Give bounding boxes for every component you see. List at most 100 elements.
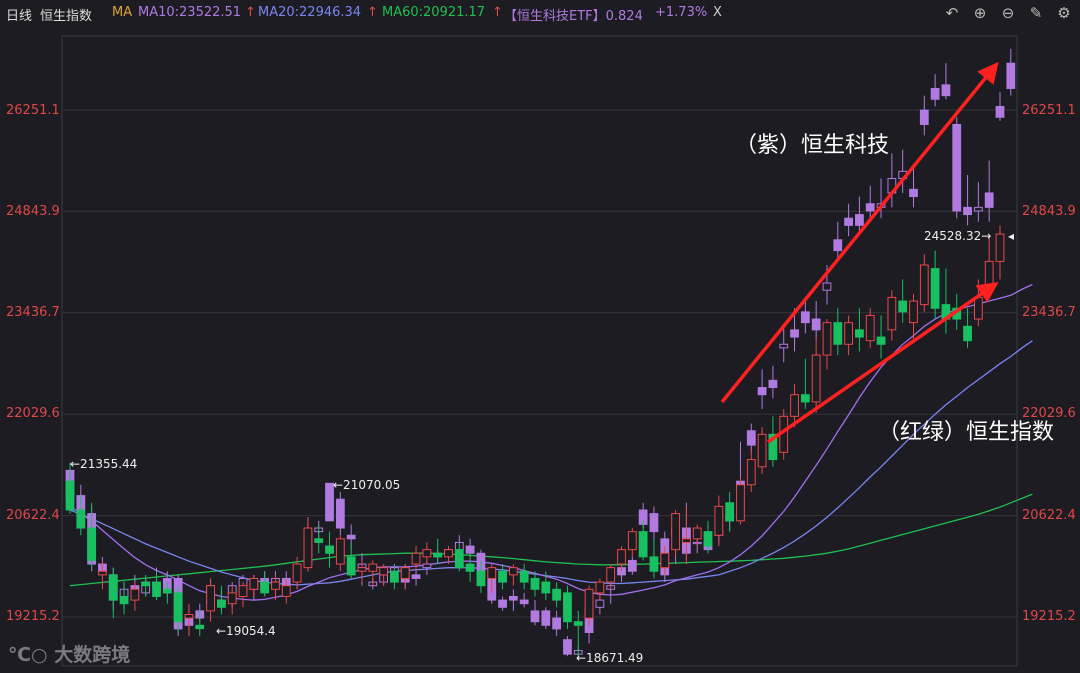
etf-candle-body	[919, 109, 929, 125]
kline-chart[interactable]	[0, 0, 1080, 673]
hsi-candle-body	[260, 581, 270, 594]
etf-candle-body	[984, 192, 994, 208]
ma20-value: MA20:22946.34	[258, 5, 362, 20]
hsi-candle-body	[87, 527, 97, 561]
hsi-candle-body	[65, 480, 75, 511]
hsi-candle-body	[487, 567, 497, 579]
ma60-value: MA60:20921.17	[382, 5, 486, 20]
hsi-candle-body	[703, 531, 713, 547]
hsi-candle-body	[476, 570, 486, 587]
period-label[interactable]: 日线	[6, 5, 32, 24]
etf-candle-body	[941, 84, 951, 97]
etf-candle-body	[909, 188, 918, 198]
etf-candle-body	[768, 379, 778, 389]
hsi-candle-body	[390, 570, 399, 583]
etf-candle-body	[833, 239, 843, 252]
etf-candle-body	[422, 563, 432, 569]
etf-candle-body	[746, 430, 756, 446]
etf-candle-body	[865, 203, 875, 212]
hsi-candle-body	[844, 322, 853, 345]
high-label-1: ←21355.44	[70, 457, 138, 471]
ma-label[interactable]: MA	[112, 5, 132, 20]
index-name: 恒生指数	[40, 9, 93, 24]
hsi-candle-body	[984, 260, 994, 288]
hsi-candle-body	[746, 459, 756, 486]
hsi-candle-body	[790, 394, 799, 417]
etf-candle-body	[627, 559, 637, 572]
last-price-marker-icon: ◂	[1008, 229, 1015, 243]
etf-candle-body	[530, 610, 540, 623]
hsi-candle-body	[98, 570, 107, 576]
hsi-candle-body	[368, 563, 378, 572]
hsi-candle-body	[357, 567, 367, 572]
zoom-in-icon[interactable]: ⊕	[970, 3, 990, 23]
hsi-candle-body	[346, 556, 356, 576]
hsi-candle-body	[811, 354, 821, 403]
etf-candle-body	[822, 282, 832, 291]
etf-candle-body	[552, 617, 562, 630]
etf-candle-body	[1006, 62, 1016, 89]
hsi-candle-body	[119, 595, 129, 605]
settings-icon[interactable]: ⚙	[1054, 3, 1074, 23]
etf-candle-body	[844, 217, 853, 226]
ma20-line	[69, 340, 1033, 586]
annotation-redgreen: （红绿）恒生指数	[878, 420, 1055, 445]
hsi-candle-body	[130, 588, 140, 601]
hsi-candle-body	[206, 585, 215, 612]
zoom-out-icon[interactable]: ⊖	[998, 3, 1018, 23]
hsi-candle-body	[736, 484, 745, 522]
hsi-candle-body	[930, 268, 940, 309]
etf-candle-body	[335, 498, 345, 529]
etf-candle-body	[595, 599, 605, 608]
hsi-candle-body	[649, 556, 659, 572]
hsi-candle-body	[108, 574, 118, 601]
watermark-text: 大数跨境	[54, 644, 131, 666]
etf-candle-body	[855, 214, 864, 226]
hsi-candle-body	[638, 531, 648, 558]
hsi-candle-body	[563, 592, 572, 623]
etf-candle-body	[963, 206, 972, 216]
etf-candle-body	[800, 311, 810, 324]
hsi-candle-body	[692, 527, 702, 540]
ma10-arrow-icon: ↑	[245, 5, 256, 20]
high-label-2: ←21070.05	[333, 478, 401, 492]
hsi-candle-body	[898, 300, 908, 313]
hsi-candle-body	[865, 314, 875, 342]
hsi-candle-body	[573, 621, 583, 626]
right-tick: 23436.7	[1022, 305, 1076, 320]
etf-candle-body	[508, 595, 518, 601]
left-tick: 23436.7	[6, 305, 60, 320]
etf-candle-body	[649, 513, 659, 533]
etf-candle-body	[346, 534, 356, 540]
etf-candle-body	[411, 574, 421, 579]
ma20-arrow-icon: ↑	[367, 5, 378, 20]
hsi-candle-body	[855, 329, 864, 338]
hsi-candle-body	[909, 300, 918, 324]
hsi-candle-body	[627, 531, 637, 551]
left-tick: 22029.6	[6, 406, 60, 421]
hsi-candle-body	[552, 588, 562, 601]
etf-candle-body	[930, 87, 940, 100]
hsi-candle-body	[833, 322, 843, 345]
hsi-candle-body	[887, 296, 897, 331]
hsi-candle-body	[271, 581, 280, 590]
hsi-candle-body	[400, 567, 410, 579]
hsi-candle-body	[963, 325, 972, 342]
etf-candle-body	[973, 206, 983, 212]
hsi-candle-body	[249, 577, 259, 590]
close-overlay-button[interactable]: X	[713, 5, 722, 20]
etf-candle-body	[952, 123, 962, 212]
undo-icon[interactable]: ↶	[942, 3, 962, 23]
edit-icon[interactable]: ✎	[1026, 3, 1046, 23]
right-tick: 24843.9	[1022, 204, 1076, 219]
etf-candle-body	[465, 545, 475, 554]
left-tick: 20622.4	[6, 508, 60, 523]
low-label-2: ←18671.49	[576, 651, 644, 665]
etf-label: 【恒生科技ETF】0.824	[504, 9, 643, 24]
indicator-bar: 日线 恒生指数 MA MA10:23522.51 ↑ MA20:22946.34…	[0, 0, 1080, 28]
hsi-candle-body	[444, 549, 453, 558]
low-label-1: ←19054.4	[216, 624, 276, 638]
hsi-candle-body	[973, 296, 983, 320]
hsi-candle-body	[76, 509, 86, 529]
left-tick: 19215.2	[6, 609, 60, 624]
